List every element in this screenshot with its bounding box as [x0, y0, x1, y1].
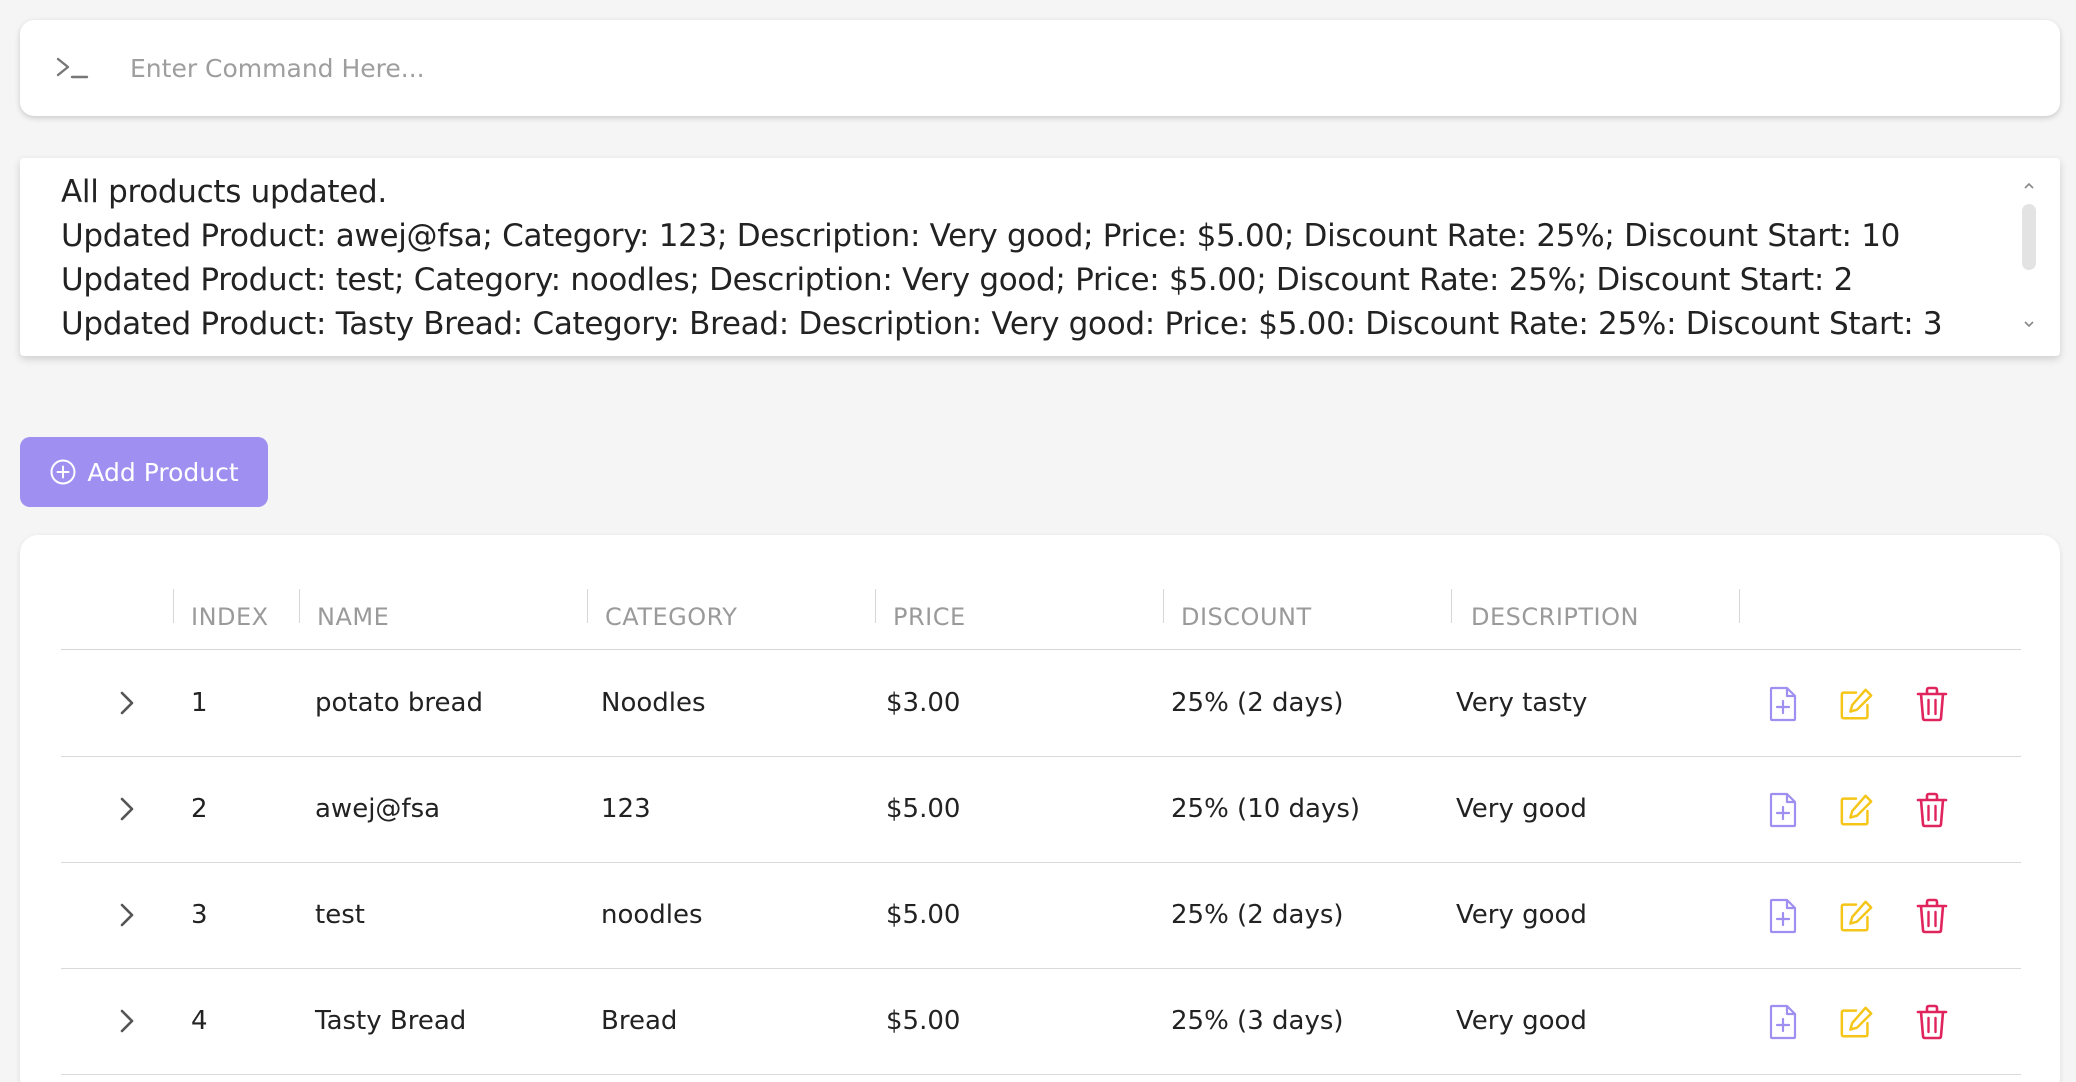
- edit-product-icon[interactable]: [1839, 1003, 1875, 1041]
- chevron-right-icon[interactable]: [111, 1005, 143, 1037]
- scroll-down-icon[interactable]: [2022, 318, 2036, 332]
- output-line: Updated Product: awej@fsa; Category: 123…: [61, 218, 1901, 254]
- command-input[interactable]: [128, 37, 2060, 99]
- cell-price: $3.00: [886, 688, 961, 718]
- column-separator: [1739, 589, 1740, 623]
- cell-name: Tasty Bread: [315, 1006, 467, 1036]
- duplicate-product-icon[interactable]: [1765, 897, 1801, 935]
- delete-product-icon[interactable]: [1914, 685, 1950, 723]
- delete-product-icon[interactable]: [1914, 897, 1950, 935]
- edit-product-icon[interactable]: [1839, 791, 1875, 829]
- duplicate-product-icon[interactable]: [1765, 685, 1801, 723]
- cell-name: potato bread: [315, 688, 483, 718]
- cell-price: $5.00: [886, 1006, 961, 1036]
- duplicate-product-icon[interactable]: [1765, 1003, 1801, 1041]
- output-scrollbar[interactable]: [2022, 180, 2036, 332]
- cell-description: Very good: [1456, 794, 1587, 824]
- delete-product-icon[interactable]: [1914, 1003, 1950, 1041]
- column-header-description[interactable]: DESCRIPTION: [1471, 585, 1639, 649]
- cell-category: 123: [601, 794, 651, 824]
- scroll-thumb[interactable]: [2022, 204, 2036, 270]
- cell-name: test: [315, 900, 365, 930]
- cell-index: 3: [191, 900, 208, 930]
- output-line: Updated Product: Tasty Bread: Category: …: [61, 306, 1943, 342]
- scroll-up-icon[interactable]: [2022, 180, 2036, 194]
- cell-index: 1: [191, 688, 208, 718]
- output-line: All products updated.: [61, 174, 387, 210]
- output-log[interactable]: All products updated. Updated Product: a…: [20, 158, 2060, 356]
- column-separator: [299, 589, 300, 623]
- command-bar: [20, 20, 2060, 116]
- cell-category: Noodles: [601, 688, 706, 718]
- cell-discount: 25% (2 days): [1171, 900, 1344, 930]
- output-log-lines: All products updated. Updated Product: a…: [61, 170, 1990, 344]
- cell-discount: 25% (2 days): [1171, 688, 1344, 718]
- cell-category: noodles: [601, 900, 703, 930]
- cell-description: Very tasty: [1456, 688, 1588, 718]
- page: All products updated. Updated Product: a…: [0, 0, 2076, 1082]
- cell-price: $5.00: [886, 900, 961, 930]
- plus-circle-icon: [49, 458, 77, 486]
- column-header-category[interactable]: CATEGORY: [605, 585, 737, 649]
- edit-product-icon[interactable]: [1839, 897, 1875, 935]
- cell-price: $5.00: [886, 794, 961, 824]
- product-table: INDEX NAME CATEGORY PRICE DISCOUNT DESCR…: [20, 535, 2060, 1082]
- table-row: 2 awej@fsa 123 $5.00 25% (10 days) Very …: [61, 756, 2021, 863]
- add-product-label: Add Product: [87, 457, 239, 487]
- column-header-name[interactable]: NAME: [317, 585, 389, 649]
- column-separator: [173, 589, 174, 623]
- column-separator: [875, 589, 876, 623]
- cell-category: Bread: [601, 1006, 678, 1036]
- table-row: 3 test noodles $5.00 25% (2 days) Very g…: [61, 862, 2021, 969]
- chevron-right-icon[interactable]: [111, 899, 143, 931]
- cell-description: Very good: [1456, 1006, 1587, 1036]
- cell-index: 2: [191, 794, 208, 824]
- chevron-right-icon[interactable]: [111, 793, 143, 825]
- duplicate-product-icon[interactable]: [1765, 791, 1801, 829]
- column-separator: [1451, 589, 1452, 623]
- column-header-discount[interactable]: DISCOUNT: [1181, 585, 1312, 649]
- edit-product-icon[interactable]: [1839, 685, 1875, 723]
- chevron-right-icon[interactable]: [111, 687, 143, 719]
- cell-name: awej@fsa: [315, 794, 441, 824]
- column-separator: [1163, 589, 1164, 623]
- column-separator: [587, 589, 588, 623]
- table-header: INDEX NAME CATEGORY PRICE DISCOUNT DESCR…: [61, 585, 2021, 650]
- cell-discount: 25% (10 days): [1171, 794, 1361, 824]
- table-row: 1 potato bread Noodles $3.00 25% (2 days…: [61, 650, 2021, 757]
- column-header-price[interactable]: PRICE: [893, 585, 966, 649]
- cell-description: Very good: [1456, 900, 1587, 930]
- cell-index: 4: [191, 1006, 208, 1036]
- output-line: Updated Product: test; Category: noodles…: [61, 262, 1854, 298]
- table-row: 4 Tasty Bread Bread $5.00 25% (3 days) V…: [61, 968, 2021, 1075]
- cell-discount: 25% (3 days): [1171, 1006, 1344, 1036]
- column-header-index[interactable]: INDEX: [191, 585, 269, 649]
- terminal-prompt-icon: [54, 52, 90, 84]
- add-product-button[interactable]: Add Product: [20, 437, 268, 507]
- delete-product-icon[interactable]: [1914, 791, 1950, 829]
